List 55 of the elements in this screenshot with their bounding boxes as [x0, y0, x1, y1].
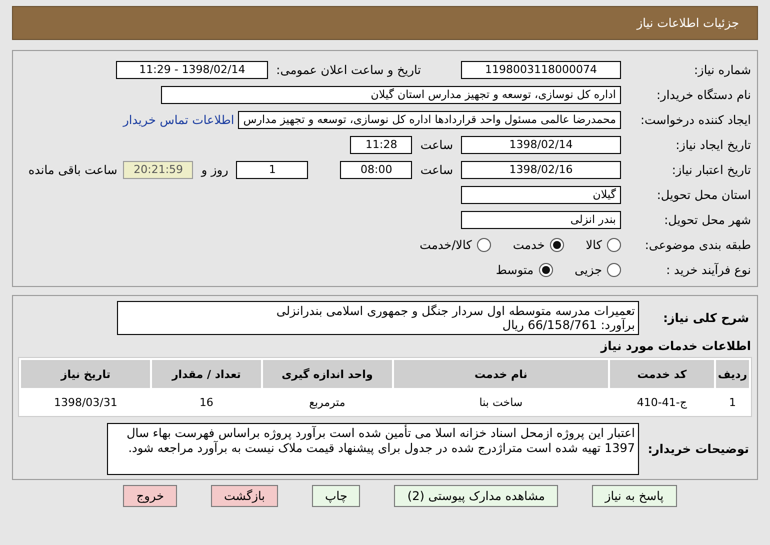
field-value: بندر انزلی [461, 210, 621, 228]
field-label: استان محل تحویل: [656, 188, 752, 202]
radio-label: متوسط [496, 262, 534, 276]
column-header: تاریخ نیاز [21, 360, 150, 388]
field-label: شهر محل تحویل: [663, 212, 752, 226]
field-label: تاریخ ایجاد نیاز: [674, 138, 752, 152]
field-label: شرح کلی نیاز: [662, 311, 750, 325]
contact-link[interactable]: اطلاعات تماس خریدار [123, 112, 234, 126]
field-label: طبقه بندی موضوعی: [644, 238, 752, 252]
radio-label: جزیی [574, 262, 602, 276]
radio-button[interactable] [607, 262, 621, 276]
radio-label: خدمت [512, 238, 545, 252]
field-label: ساعت باقی مانده [28, 162, 118, 176]
action-button[interactable]: پاسخ به نیاز [592, 485, 677, 507]
field-label: توضیحات خریدار: [646, 442, 750, 456]
action-button[interactable]: بازگشت [211, 485, 278, 507]
radio-button[interactable] [476, 238, 491, 252]
field-label: نام دستگاه خریدار: [656, 88, 752, 102]
field-label: ساعت [420, 138, 453, 152]
action-button[interactable]: مشاهده مدارک پیوستی (2) [394, 485, 558, 507]
field-value: 1398/02/14 - 11:29 [116, 60, 268, 78]
action-button[interactable]: خروج [123, 485, 177, 507]
field-value: محمدرضا عالمی مسئول واحد قراردادها اداره کل نوسازی، توسعه و تجهیز مدارس [238, 110, 621, 128]
action-button[interactable]: چاپ [312, 485, 360, 507]
field-label: ساعت [420, 162, 453, 176]
column-header: تعداد / مقدار [152, 360, 261, 388]
radio-button[interactable] [550, 238, 564, 252]
radio-label: کالا/خدمت [420, 238, 472, 252]
field-value: 1198003118000074 [461, 60, 621, 78]
countdown-field: 20:21:59 [123, 160, 194, 178]
radio-button[interactable] [607, 238, 621, 252]
field-value: 08:00 [340, 160, 412, 178]
field-value: 1 [236, 160, 308, 178]
summary-text: تعمیرات مدرسه متوسطه اول سردار جنگل و جمهوری اسلامی بندرانزلی [275, 304, 635, 318]
column-header: کد خدمت [610, 360, 714, 388]
column-header: نام خدمت [394, 360, 608, 388]
field-value: 11:28 [350, 136, 412, 154]
section-title: اطلاعات خدمات مورد نیاز [599, 338, 752, 355]
radio-button[interactable] [538, 262, 553, 276]
column-header: ردیف [716, 360, 749, 388]
field-label: تاریخ و ساعت اعلان عمومی: [276, 62, 421, 76]
field-value: گیلان [461, 186, 621, 204]
field-label: شماره نیاز: [693, 62, 752, 76]
field-value: اداره کل نوسازی، توسعه و تجهیز مدارس استان گیلان [161, 86, 621, 104]
buyer-notes: اعتبار این پروژه ازمحل اسناد خزانه اسلا می تأمین شده است برآورد پروژه براساس فهرست بهاء سال 1397 تهیه شده است متراژدرج شده در جدول برای پیشنهاد قیمت ملاک نیست به برآورد مراجعه شود. [107, 423, 639, 475]
radio-label: کالا [586, 238, 602, 252]
page-title: جزئیات اطلاعات نیاز [636, 16, 739, 30]
field-label: ایجاد کننده درخواست: [639, 112, 752, 126]
field-label: نوع فرآیند خرید : [665, 262, 752, 276]
field-label: تاریخ اعتبار نیاز: [670, 162, 752, 176]
estimate-text: برآورد: 66/158/761 ریال [501, 318, 635, 332]
field-value: 1398/02/16 [461, 160, 621, 178]
column-header: واحد اندازه گیری [262, 360, 392, 388]
field-label: روز و [201, 162, 228, 176]
field-value: 1398/02/14 [461, 136, 621, 154]
